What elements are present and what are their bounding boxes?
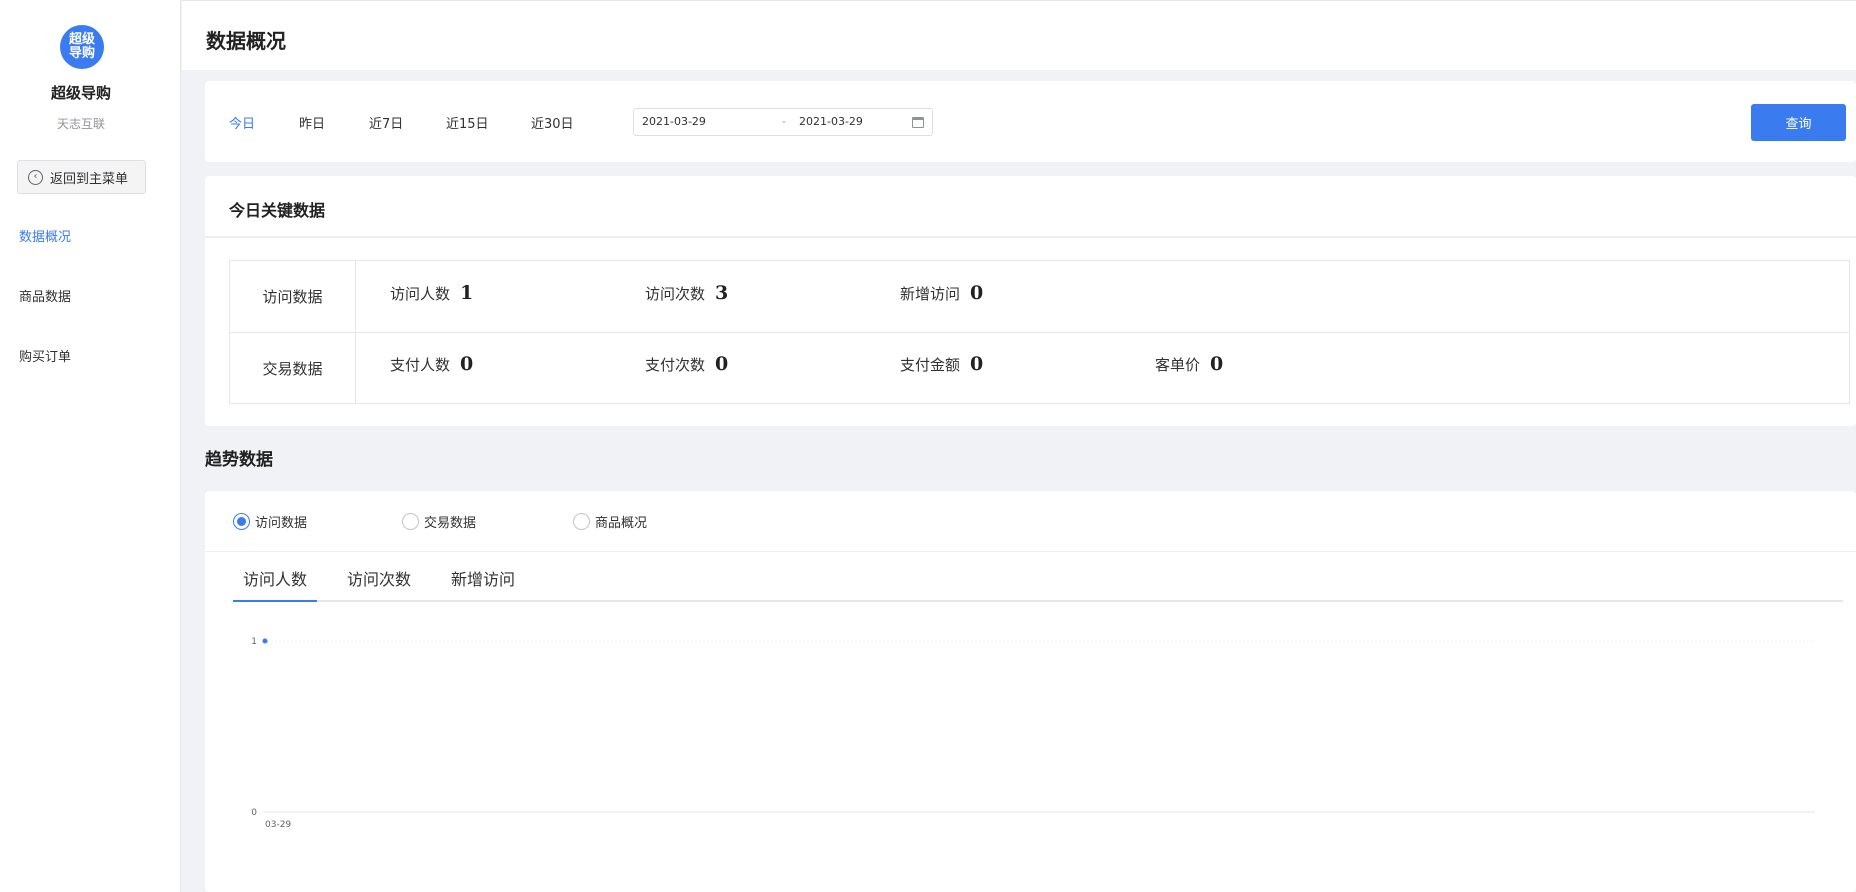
range-tab-yesterday[interactable]: 昨日	[299, 113, 325, 132]
metric-label: 支付金额	[900, 355, 961, 374]
metric-payment-amount: 支付金额 0	[900, 353, 983, 375]
date-separator: -	[782, 115, 786, 128]
metric-payments: 支付次数 0	[645, 353, 728, 375]
app-name: 超级导购	[50, 84, 111, 102]
radio-visit-data[interactable]: 访问数据	[233, 512, 307, 531]
metric-label: 访问次数	[645, 284, 706, 303]
range-tab-7days[interactable]: 近7日	[369, 113, 403, 132]
trend-chart-svg: 1 0 03-29	[251, 637, 1815, 830]
metric-value: 0	[460, 353, 474, 375]
metric-value: 0	[970, 282, 984, 304]
company-name: 天志互联	[56, 117, 105, 131]
query-button[interactable]: 查询	[1751, 104, 1846, 141]
sidebar-item-product-data[interactable]: 商品数据	[19, 286, 71, 305]
trend-section-title: 趋势数据	[205, 450, 273, 470]
metric-value: 0	[970, 353, 984, 375]
metric-visitors: 访问人数 1	[390, 282, 473, 304]
date-filter-card: 今日 昨日 近7日 近15日 近30日 2021-03-29 - 2021-03…	[205, 81, 1856, 162]
metric-label: 支付次数	[645, 355, 706, 374]
page-title: 数据概况	[206, 29, 286, 53]
radio-unchecked-icon[interactable]	[402, 513, 419, 530]
chevron-left-circle-icon: ‹	[28, 169, 43, 185]
end-date[interactable]: 2021-03-29	[799, 115, 863, 128]
sidebar: 超级导购 超级导购 天志互联 ‹ 返回到主菜单 数据概况 商品数据 购买订单	[0, 0, 181, 892]
metric-paying-users: 支付人数 0	[390, 353, 473, 375]
tab-new-visits[interactable]: 新增访问	[451, 566, 515, 590]
radio-trade-data[interactable]: 交易数据	[402, 512, 476, 531]
radio-unchecked-icon[interactable]	[573, 513, 590, 530]
range-tab-today[interactable]: 今日	[229, 113, 255, 132]
row-label-visit: 访问数据	[230, 261, 356, 332]
metric-new-visits: 新增访问 0	[900, 282, 983, 304]
metric-label: 支付人数	[390, 355, 451, 374]
back-to-main-menu-button[interactable]: ‹ 返回到主菜单	[17, 160, 146, 194]
metric-tabs: 访问人数 访问次数 新增访问	[233, 552, 1843, 602]
active-tab-indicator	[233, 600, 317, 602]
range-tab-30days[interactable]: 近30日	[531, 113, 574, 132]
trend-chart: 1 0 03-29	[235, 621, 1845, 871]
radio-label: 商品概况	[595, 516, 648, 531]
metric-label: 新增访问	[900, 284, 961, 303]
metric-value: 0	[1210, 353, 1224, 375]
range-tab-15days[interactable]: 近15日	[446, 113, 489, 132]
metric-value: 1	[460, 282, 474, 304]
row-divider	[230, 332, 1849, 333]
metric-avg-order-value: 客单价 0	[1155, 353, 1223, 375]
key-data-card: 今日关键数据 访问数据 交易数据 访问人数 1 访问次数 3 新增访问 0 支付…	[205, 176, 1856, 426]
tab-visits[interactable]: 访问次数	[347, 566, 411, 590]
key-metrics-table: 访问数据 交易数据 访问人数 1 访问次数 3 新增访问 0 支付人数 0 支付…	[229, 260, 1850, 404]
calendar-icon	[912, 117, 924, 128]
start-date[interactable]: 2021-03-29	[642, 115, 706, 128]
sidebar-item-orders[interactable]: 购买订单	[19, 346, 71, 365]
y-tick-label: 1	[251, 637, 257, 647]
metric-label: 访问人数	[390, 284, 451, 303]
row-label-trade: 交易数据	[230, 333, 356, 404]
back-button-label: 返回到主菜单	[50, 171, 129, 187]
divider	[205, 236, 1856, 238]
metric-label: 客单价	[1155, 355, 1201, 374]
metric-value: 0	[715, 353, 729, 375]
radio-checked-icon[interactable]	[233, 513, 250, 530]
app-logo: 超级导购	[60, 25, 104, 69]
date-range-picker[interactable]: 2021-03-29 - 2021-03-29	[633, 108, 933, 136]
radio-label: 访问数据	[255, 516, 308, 531]
tab-visitors[interactable]: 访问人数	[243, 566, 307, 590]
sidebar-item-data-overview[interactable]: 数据概况	[19, 226, 71, 245]
metric-visits: 访问次数 3	[645, 282, 728, 304]
y-tick-label: 0	[251, 808, 257, 818]
radio-product-overview[interactable]: 商品概况	[573, 512, 647, 531]
radio-label: 交易数据	[424, 516, 477, 531]
key-data-title: 今日关键数据	[229, 201, 326, 220]
data-point	[262, 638, 268, 644]
metric-value: 3	[715, 282, 729, 304]
x-tick-label: 03-29	[265, 820, 291, 830]
page-header: 数据概况	[182, 0, 1856, 70]
trend-card: 访问数据 交易数据 商品概况 访问人数 访问次数 新增访问 1 0 03-29	[205, 491, 1856, 892]
